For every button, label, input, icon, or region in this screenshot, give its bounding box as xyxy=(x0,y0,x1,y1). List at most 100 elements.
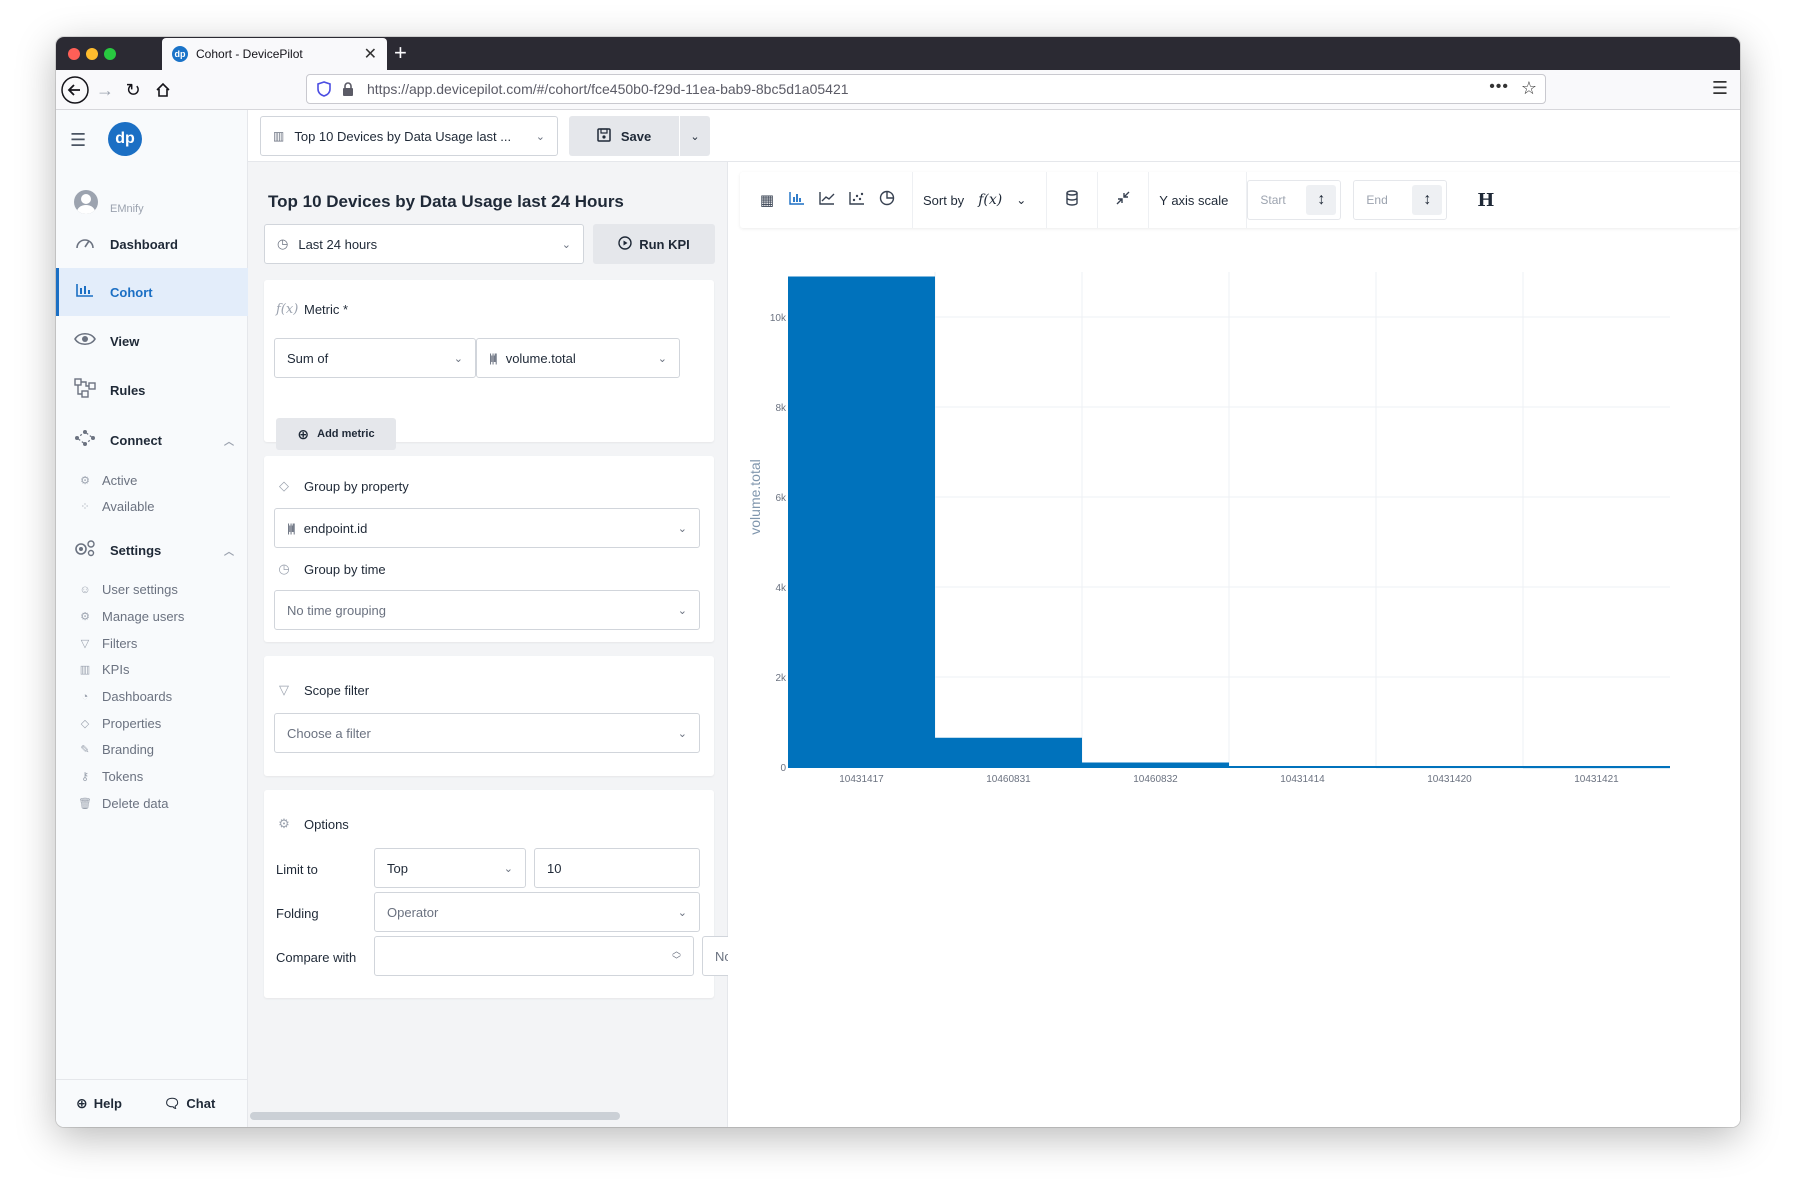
home-icon[interactable] xyxy=(148,75,178,105)
kpi-select[interactable]: ▥ Top 10 Devices by Data Usage last ... … xyxy=(260,116,558,156)
lock-icon[interactable] xyxy=(341,81,355,100)
sort-by-value[interactable]: f(x) xyxy=(978,192,1002,208)
bookmark-star-icon[interactable]: ☆ xyxy=(1521,78,1537,99)
sidebar-subitem-manage-users[interactable]: ⚙ Manage users xyxy=(78,609,184,624)
vertical-arrows-icon[interactable]: ↕ xyxy=(1306,185,1337,215)
sidebar-item-cohort[interactable]: Cohort xyxy=(56,268,248,316)
pie-chart-view-icon[interactable] xyxy=(872,190,902,210)
chevron-down-icon: ⌄ xyxy=(690,130,700,143)
close-window-button[interactable] xyxy=(68,48,80,60)
stepper-icon[interactable]: ︿ ﹀ xyxy=(672,947,681,965)
url-text: https://app.devicepilot.com/#/cohort/fce… xyxy=(367,81,849,97)
bar-10460831[interactable] xyxy=(935,737,1082,767)
y-tick-label: 8k xyxy=(775,403,787,414)
header-h-icon[interactable]: H xyxy=(1477,190,1494,211)
sidebar-item-connect[interactable]: Connect ︿ xyxy=(56,416,248,464)
table-view-icon[interactable]: ▦ xyxy=(752,191,782,209)
close-tab-icon[interactable]: ✕ xyxy=(364,44,377,64)
url-bar[interactable]: https://app.devicepilot.com/#/cohort/fce… xyxy=(306,74,1546,104)
bar-chart-view-icon[interactable] xyxy=(782,191,812,209)
sidebar-item-dashboard[interactable]: Dashboard xyxy=(56,220,248,268)
sidebar-subitem-active[interactable]: ⚙ Active xyxy=(78,473,137,488)
scatter-view-icon[interactable] xyxy=(842,191,872,209)
sidebar-subitem-branding[interactable]: ✎ Branding xyxy=(78,742,154,757)
run-kpi-button[interactable]: Run KPI xyxy=(593,224,715,264)
y-axis-end-input[interactable]: End ↕ xyxy=(1353,180,1448,220)
devicepilot-logo[interactable]: dp xyxy=(108,122,142,156)
sidebar-subitem-delete-data[interactable]: 🗑 Delete data xyxy=(78,796,169,811)
help-label: Help xyxy=(93,1096,122,1111)
run-label: Run KPI xyxy=(639,236,690,252)
line-chart-view-icon[interactable] xyxy=(812,191,842,209)
save-button[interactable]: Save xyxy=(569,116,679,156)
collapse-settings-icon[interactable]: ︿ xyxy=(224,543,234,558)
sidebar-item-rules[interactable]: Rules xyxy=(56,366,248,414)
sidebar-item-view[interactable]: View xyxy=(56,317,248,365)
aggregation-select[interactable]: Sum of ⌄ xyxy=(274,338,476,378)
metric-field-select[interactable]: |ı|ıl| volume.total ⌄ xyxy=(476,338,680,378)
reload-icon[interactable]: ↻ xyxy=(118,75,148,105)
play-circle-icon xyxy=(618,235,632,253)
y-axis-start-input[interactable]: Start ↕ xyxy=(1247,180,1342,220)
sidebar-subitem-tokens[interactable]: ⚷ Tokens xyxy=(78,769,143,784)
browser-tab[interactable]: dp Cohort - DevicePilot ✕ xyxy=(162,38,387,70)
gauge-small-icon: ◔ xyxy=(81,690,89,703)
limit-value-input[interactable]: 10 xyxy=(534,848,700,888)
metric-label-text: Metric * xyxy=(304,302,349,317)
shield-icon[interactable] xyxy=(317,81,331,100)
gauge-icon xyxy=(74,234,96,255)
y-axis-label: volume.total xyxy=(747,459,763,534)
zoom-window-button[interactable] xyxy=(104,48,116,60)
save-options-button[interactable]: ⌄ xyxy=(680,116,710,156)
options-card: ⚙ Options Limit to Top ⌄ 10 Folding Oper… xyxy=(264,790,742,998)
sidebar-item-label: Dashboard xyxy=(110,236,178,252)
help-button[interactable]: ⊕ Help xyxy=(76,1095,122,1112)
new-tab-icon[interactable]: + xyxy=(394,40,407,66)
kpi-name: Top 10 Devices by Data Usage last ... xyxy=(294,128,512,144)
users-icon: ⚙ xyxy=(80,611,90,623)
sidebar-item-settings[interactable]: Settings ︿ xyxy=(56,526,248,574)
time-range-select[interactable]: ◷ Last 24 hours ⌄ xyxy=(264,224,584,264)
browser-menu-icon[interactable]: ☰ xyxy=(1712,78,1728,99)
collapse-connect-icon[interactable]: ︿ xyxy=(224,433,234,448)
sidebar-subitem-user-settings[interactable]: ☺ User settings xyxy=(78,582,178,597)
flow-icon xyxy=(74,377,96,403)
gear-icon: ⚙ xyxy=(278,816,290,831)
add-metric-button[interactable]: ⊕ Add metric xyxy=(276,418,396,450)
folding-select[interactable]: Operator ⌄ xyxy=(374,892,700,932)
sidebar-subitem-properties[interactable]: ◇ Properties xyxy=(78,716,161,731)
group-by-time-select[interactable]: No time grouping ⌄ xyxy=(274,590,700,630)
subitem-label: User settings xyxy=(102,582,178,597)
chevron-down-icon[interactable]: ⌄ xyxy=(1016,193,1026,207)
vertical-arrows-icon[interactable]: ↕ xyxy=(1412,185,1443,215)
sidebar-subitem-available[interactable]: ⁘ Available xyxy=(78,499,154,514)
options-label: ⚙ Options xyxy=(276,816,349,832)
database-icon[interactable] xyxy=(1057,190,1087,210)
collapse-arrows-icon[interactable] xyxy=(1108,190,1138,210)
sidebar-subitem-dashboards[interactable]: ◔ Dashboards xyxy=(78,689,172,704)
sidebar-subitem-filters[interactable]: ▽ Filters xyxy=(78,636,138,651)
x-tick-label: 10460831 xyxy=(986,774,1031,785)
scope-filter-card: ▽ Scope filter Choose a filter ⌄ xyxy=(264,656,714,776)
sidebar-item-label: Cohort xyxy=(110,284,153,300)
minimize-window-button[interactable] xyxy=(86,48,98,60)
y-tick-label: 0 xyxy=(780,763,786,774)
compare-with-input[interactable]: ︿ ﹀ xyxy=(374,936,694,976)
chat-button[interactable]: 🗨 Chat xyxy=(164,1096,215,1112)
subitem-label: Delete data xyxy=(102,796,169,811)
scope-filter-select[interactable]: Choose a filter ⌄ xyxy=(274,713,700,753)
forward-icon[interactable]: → xyxy=(90,75,120,105)
more-actions-icon[interactable]: ••• xyxy=(1489,78,1509,96)
sidebar-subitem-kpis[interactable]: ▥ KPIs xyxy=(78,662,130,677)
limit-mode-select[interactable]: Top ⌄ xyxy=(374,848,526,888)
function-icon: f(x) xyxy=(276,302,299,317)
subitem-label: Manage users xyxy=(102,609,185,624)
avatar[interactable] xyxy=(74,190,98,214)
group-by-property-select[interactable]: |ı|ıl| endpoint.id ⌄ xyxy=(274,508,700,548)
app: ☰ dp EMnify Dashboard Cohort View Rules … xyxy=(56,110,1740,1127)
folding-value: Operator xyxy=(387,904,439,920)
bar-10431417[interactable] xyxy=(788,276,935,768)
menu-toggle-icon[interactable]: ☰ xyxy=(70,130,86,151)
horizontal-scrollbar[interactable] xyxy=(250,1112,620,1120)
back-icon[interactable] xyxy=(60,75,90,105)
